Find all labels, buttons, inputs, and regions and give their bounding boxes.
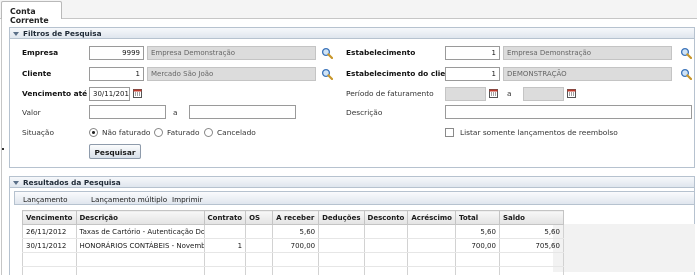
column-header[interactable]: Vencimento <box>22 210 77 225</box>
cell-total: 5,60 <box>454 224 500 239</box>
calendar-icon[interactable] <box>133 89 142 98</box>
table-row <box>22 252 564 267</box>
vencimento-label: Vencimento até <box>22 89 88 98</box>
tab-strip: Conta Corrente <box>0 0 697 25</box>
cell-contrato: 1 <box>203 238 247 253</box>
periodo-label: Período de faturamento <box>346 89 434 98</box>
cell-os <box>245 224 274 239</box>
estab-cliente-code-input[interactable]: 1 <box>445 67 500 81</box>
estabelecimento-code-input[interactable]: 1 <box>445 46 500 60</box>
valor-from-input[interactable] <box>89 105 166 119</box>
results-title: Resultados da Pesquisa <box>23 178 121 187</box>
cell-vencimento: 30/11/2012 <box>22 238 77 253</box>
valor-to-input[interactable] <box>189 105 296 119</box>
table-row <box>22 266 564 275</box>
reembolso-label: Listar somente lançamentos de reembolso <box>460 128 618 137</box>
situacao-option-label: Cancelado <box>217 128 256 137</box>
empresa-code-input[interactable]: 9999 <box>89 46 144 60</box>
cell-saldo: 705,60 <box>498 238 564 253</box>
cell-deducoes <box>318 238 365 253</box>
column-header[interactable]: Acréscimo <box>407 210 456 225</box>
chevron-down-icon <box>13 32 19 36</box>
cell-os <box>245 238 274 253</box>
situacao-option-label: Faturado <box>167 128 200 137</box>
cell-acrescimo <box>407 238 456 253</box>
divider <box>1 19 2 275</box>
chevron-down-icon <box>13 181 19 185</box>
search-icon[interactable] <box>680 47 692 59</box>
cell-a-receber: 700,00 <box>272 238 320 253</box>
column-header[interactable]: A receber <box>272 210 320 225</box>
calendar-icon[interactable] <box>567 89 576 98</box>
calendar-icon[interactable] <box>489 89 498 98</box>
lancamento-button[interactable]: Lançamento <box>23 195 68 204</box>
cell-vencimento: 26/11/2012 <box>22 224 77 239</box>
cliente-label: Cliente <box>22 69 52 78</box>
table-header-row: Vencimento Descrição Contrato OS A receb… <box>22 210 564 225</box>
cell-a-receber: 5,60 <box>272 224 320 239</box>
cell-contrato <box>203 224 247 239</box>
valor-range-separator: a <box>173 108 178 117</box>
cell-desconto <box>363 238 409 253</box>
search-icon[interactable] <box>321 68 333 80</box>
estab-cliente-label: Estabelecimento do cliente <box>346 69 460 78</box>
pesquisar-button[interactable]: Pesquisar <box>89 144 141 159</box>
cell-descricao: Taxas de Cartório - Autenticação Docu <box>75 224 205 239</box>
valor-label: Valor <box>22 108 41 117</box>
column-header[interactable]: Desconto <box>363 210 409 225</box>
empresa-label: Empresa <box>22 48 59 57</box>
bullet-marker <box>2 148 4 150</box>
column-header[interactable]: OS <box>245 210 274 225</box>
cell-saldo: 5,60 <box>498 224 564 239</box>
results-table: Vencimento Descrição Contrato OS A receb… <box>22 210 564 275</box>
column-header[interactable]: Total <box>454 210 500 225</box>
cliente-name-field: Mercado São João <box>147 67 316 81</box>
estabelecimento-label: Estabelecimento <box>346 48 416 57</box>
filters-title: Filtros de Pesquisa <box>23 29 102 38</box>
situacao-label: Situação <box>22 128 54 137</box>
cliente-code-input[interactable]: 1 <box>89 67 144 81</box>
cell-acrescimo <box>407 224 456 239</box>
results-header[interactable]: Resultados da Pesquisa <box>10 177 694 188</box>
filters-header[interactable]: Filtros de Pesquisa <box>10 28 694 39</box>
vencimento-date-input[interactable]: 30/11/2012 <box>89 87 130 101</box>
reembolso-checkbox[interactable] <box>445 128 454 137</box>
empresa-name-field: Empresa Demonstração <box>147 46 316 60</box>
cell-desconto <box>363 224 409 239</box>
column-header[interactable]: Contrato <box>203 210 247 225</box>
cell-total: 700,00 <box>454 238 500 253</box>
column-header[interactable]: Descrição <box>75 210 205 225</box>
descricao-input[interactable] <box>445 105 692 119</box>
column-header[interactable]: Deduções <box>318 210 365 225</box>
situacao-radio-faturado[interactable] <box>154 128 163 137</box>
situacao-option-label: Não faturado <box>102 128 151 137</box>
grid-empty-area <box>553 224 695 272</box>
table-row[interactable]: 26/11/2012 Taxas de Cartório - Autentica… <box>22 224 564 239</box>
situacao-radio-cancelado[interactable] <box>204 128 213 137</box>
cell-deducoes <box>318 224 365 239</box>
search-icon[interactable] <box>321 47 333 59</box>
estabelecimento-name-field: Empresa Demonstração <box>503 46 672 60</box>
situacao-radio-nao-faturado[interactable] <box>89 128 98 137</box>
descricao-label: Descrição <box>346 108 383 117</box>
periodo-range-separator: a <box>507 89 512 98</box>
periodo-from-input[interactable] <box>445 87 486 101</box>
tab-conta-corrente[interactable]: Conta Corrente <box>1 1 62 25</box>
cell-descricao: HONORÁRIOS CONTÁBEIS - Novemb <box>75 238 205 253</box>
lancamento-multiplo-button[interactable]: Lançamento múltiplo <box>91 195 167 204</box>
search-icon[interactable] <box>680 68 692 80</box>
column-header[interactable]: Saldo <box>498 210 564 225</box>
periodo-to-input[interactable] <box>523 87 564 101</box>
results-toolbar: Lançamento Lançamento múltiplo Imprimir <box>14 191 695 205</box>
imprimir-button[interactable]: Imprimir <box>172 195 203 204</box>
estab-cliente-name-field: DEMONSTRAÇÃO <box>503 67 672 81</box>
table-row[interactable]: 30/11/2012 HONORÁRIOS CONTÁBEIS - Novemb… <box>22 238 564 253</box>
